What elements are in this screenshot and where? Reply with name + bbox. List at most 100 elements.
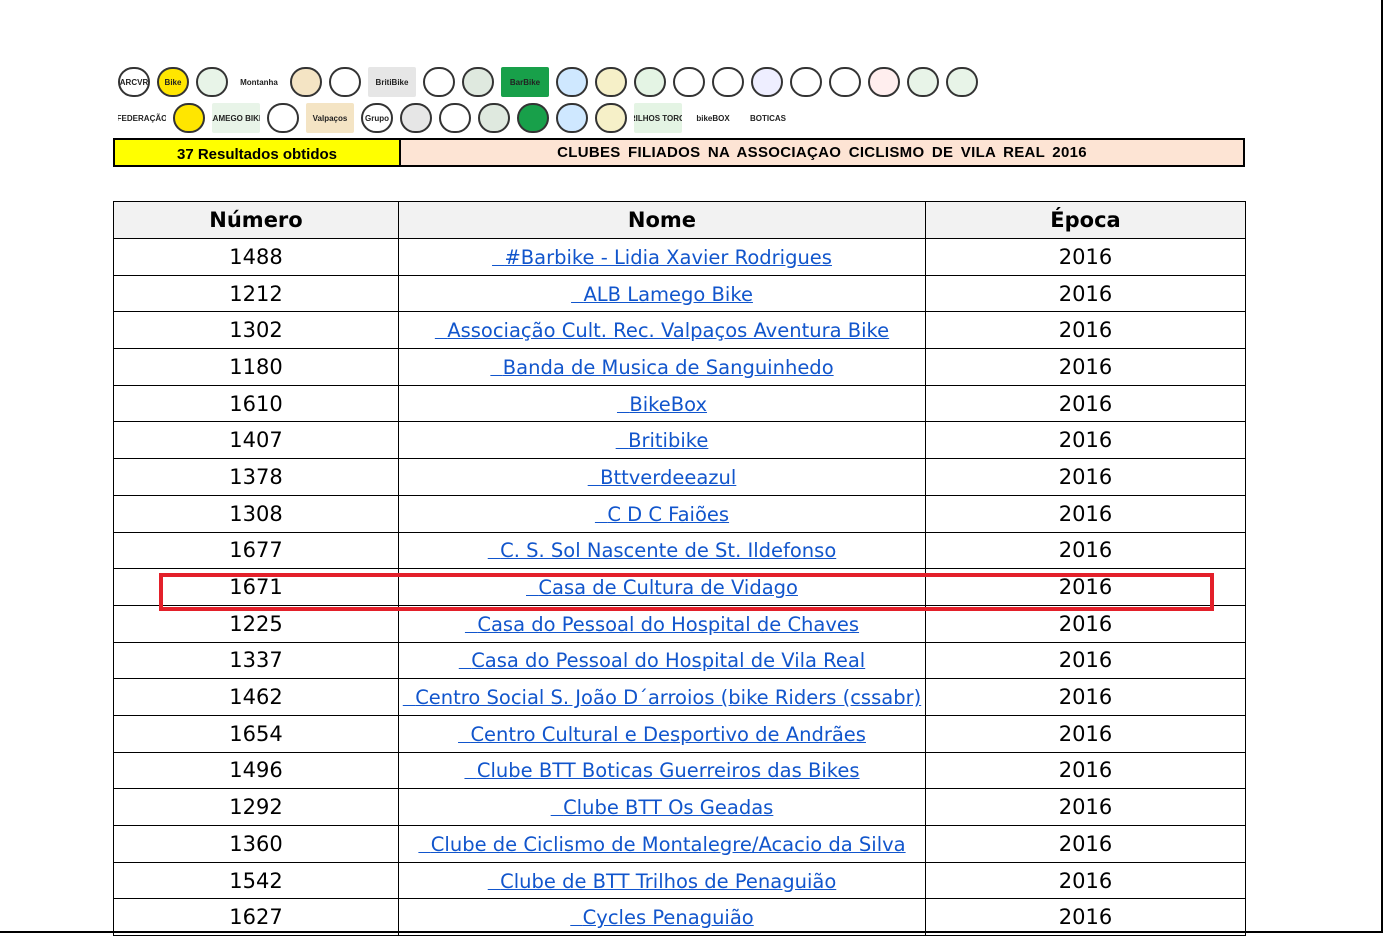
club-number: 1337: [113, 641, 399, 680]
casa-pessoal-logo: [423, 67, 455, 97]
outeiro-logo: [267, 103, 299, 133]
club-name-link[interactable]: Banda de Musica de Sanguinhedo: [490, 356, 834, 379]
club-name-cell: C. S. Sol Nascente de St. Ildefonso: [398, 531, 926, 570]
club-season: 2016: [925, 348, 1246, 386]
club-name-cell: Banda de Musica de Sanguinhedo: [398, 348, 926, 386]
table-row: 1654 Centro Cultural e Desportivo de Andr…: [113, 714, 1246, 753]
arcvr-logo: ARCVR: [118, 67, 150, 97]
club-number: 1671: [113, 568, 399, 606]
club-name-link[interactable]: Britibike: [616, 429, 708, 452]
club-season: 2016: [925, 751, 1246, 790]
club-season: 2016: [925, 604, 1246, 643]
club-number: 1654: [113, 714, 399, 753]
table-row: 1378 Bttverdeeazul 2016: [113, 458, 1246, 496]
column-header-nome: Nome: [398, 201, 926, 239]
green-circle-logo: [907, 67, 939, 97]
club-name-cell: Clube BTT Boticas Guerreiros das Bikes: [398, 751, 926, 790]
club-name-link[interactable]: Clube de BTT Trilhos de Penaguião: [488, 870, 836, 893]
sporting-logo: [400, 103, 432, 133]
club-number: 1302: [113, 311, 399, 350]
table-header-row: Número Nome Época: [113, 201, 1246, 239]
club-number: 1292: [113, 788, 399, 826]
logo-text: TRILHOS TORGA: [634, 113, 682, 123]
logo-text: bikeBOX: [696, 113, 730, 123]
club-name-link[interactable]: Casa do Pessoal do Hospital de Chaves: [465, 613, 859, 636]
logo-text: BarBike: [509, 77, 541, 87]
club-season: 2016: [925, 568, 1246, 606]
column-header-numero: Número: [113, 201, 399, 239]
club-name-cell: Centro Social S. João D´arroios (bike Ri…: [398, 678, 926, 716]
club-season: 2016: [925, 714, 1246, 753]
club-number: 1462: [113, 678, 399, 716]
table-row: 1302 Associação Cult. Rec. Valpaços Avent…: [113, 311, 1246, 350]
table-row: 1462 Centro Social S. João D´arroios (bik…: [113, 678, 1246, 716]
logo-text: Bike: [164, 77, 182, 87]
table-row: 1337 Casa do Pessoal do Hospital de Vila …: [113, 641, 1246, 680]
cyclist-logo: [829, 67, 861, 97]
club-name-link[interactable]: Clube BTT Os Geadas: [551, 796, 773, 819]
wave-logo: [439, 103, 471, 133]
club-name-cell: Clube BTT Os Geadas: [398, 788, 926, 826]
club-name-cell: Clube de Ciclismo de Montalegre/Acacio d…: [398, 825, 926, 863]
club-name-link[interactable]: Casa de Cultura de Vidago: [526, 576, 798, 599]
bikebox-logo: bikeBOX: [689, 103, 737, 133]
crest-logo: [868, 67, 900, 97]
club-name-link[interactable]: BikeBox: [617, 393, 707, 416]
club-name-cell: Casa de Cultura de Vidago: [398, 568, 926, 606]
trilhos-logo: TRILHOS TORGA: [634, 103, 682, 133]
club-name-link[interactable]: C D C Faiões: [595, 503, 729, 526]
logo-text: LAMEGO BIKE: [212, 113, 260, 123]
wheel-logo: [290, 67, 322, 97]
club-name-link[interactable]: Bttverdeeazul: [588, 466, 736, 489]
club-name-link[interactable]: Casa do Pessoal do Hospital de Vila Real: [459, 649, 865, 672]
boticas-logo: BOTICAS: [744, 103, 792, 133]
logo-text: FEDERAÇÃO: [118, 113, 166, 123]
montanha-logo: Montanha: [235, 67, 283, 97]
club-logo-strip: ARCVR Bike Montanha BritiBike BarBike FEDERA…: [118, 62, 1228, 138]
casa-cultura-logo: [595, 103, 627, 133]
logo-text: BritiBike: [375, 77, 409, 87]
bike-circle-logo: [556, 67, 588, 97]
britibike-logo: BritiBike: [368, 67, 416, 97]
table-row: 1360 Clube de Ciclismo de Montalegre/Acac…: [113, 825, 1246, 863]
club-season: 2016: [925, 825, 1246, 863]
logo-row-bottom: FEDERAÇÃO LAMEGO BIKE Valpaços Grupo TRILHOS…: [118, 100, 799, 136]
table-row: 1488 #Barbike - Lidia Xavier Rodrigues 201…: [113, 238, 1246, 276]
club-name-link[interactable]: Clube BTT Boticas Guerreiros das Bikes: [464, 759, 860, 782]
club-name-link[interactable]: #Barbike - Lidia Xavier Rodrigues: [492, 246, 832, 269]
club-name-link[interactable]: Centro Cultural e Desportivo de Andrães: [458, 723, 866, 746]
badge-logo: [478, 103, 510, 133]
club-number: 1212: [113, 274, 399, 313]
grupo-ciclo-logo: Grupo: [361, 103, 393, 133]
cyclist-photo-logo: [556, 103, 588, 133]
club-name-link[interactable]: C. S. Sol Nascente de St. Ildefonso: [488, 539, 836, 562]
club-name-cell: Casa do Pessoal do Hospital de Vila Real: [398, 641, 926, 680]
club-name-link[interactable]: Clube de Ciclismo de Montalegre/Acacio d…: [418, 833, 906, 856]
club-season: 2016: [925, 641, 1246, 680]
club-season: 2016: [925, 238, 1246, 276]
club-season: 2016: [925, 898, 1246, 936]
results-count: 37 Resultados obtidos: [115, 140, 401, 165]
club-name-link[interactable]: Associação Cult. Rec. Valpaços Aventura …: [435, 319, 889, 342]
club-logo: [196, 67, 228, 97]
wheel-logo: [634, 67, 666, 97]
club-number: 1225: [113, 604, 399, 643]
bike-badge-logo: [595, 67, 627, 97]
club-name-cell: Associação Cult. Rec. Valpaços Aventura …: [398, 311, 926, 350]
logo-text: Montanha: [240, 77, 278, 87]
table-row: 1671 Casa de Cultura de Vidago 2016: [113, 568, 1246, 606]
club-name-link[interactable]: Cycles Penaguião: [570, 906, 754, 929]
club-name-link[interactable]: Centro Social S. João D´arroios (bike Ri…: [403, 686, 921, 709]
club-name-cell: Casa do Pessoal do Hospital de Chaves: [398, 604, 926, 643]
bikers-logo: [173, 103, 205, 133]
logo-text: Valpaços: [312, 113, 348, 123]
club-number: 1496: [113, 751, 399, 790]
bike-logo: Bike: [157, 67, 189, 97]
club-season: 2016: [925, 788, 1246, 826]
club-number: 1180: [113, 348, 399, 386]
club-number: 1677: [113, 531, 399, 570]
club-name-link[interactable]: ALB Lamego Bike: [571, 283, 752, 306]
club-season: 2016: [925, 861, 1246, 900]
club-number: 1360: [113, 825, 399, 863]
table-row: 1407 Britibike 2016: [113, 421, 1246, 460]
